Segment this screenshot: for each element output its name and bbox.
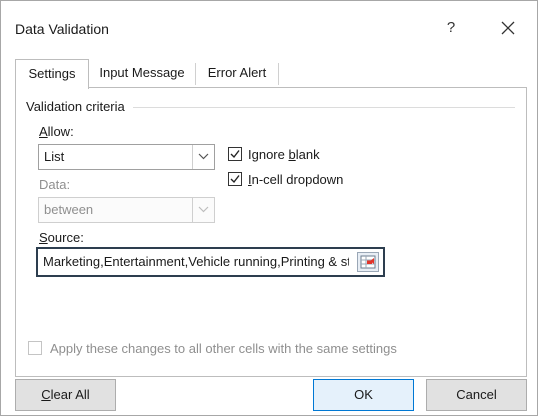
data-label: Data:	[39, 177, 71, 192]
ignore-blank-checkbox[interactable]	[228, 147, 242, 161]
close-icon	[501, 21, 515, 35]
tab-separator	[278, 63, 279, 85]
tab-error-alert[interactable]: Error Alert	[196, 59, 278, 86]
group-divider	[133, 107, 515, 108]
source-label: Source:	[39, 230, 84, 245]
ignore-blank-text-post: lank	[295, 147, 320, 162]
clear-all-text: lear All	[50, 387, 90, 402]
in-cell-dropdown-label[interactable]: In-cell dropdown	[248, 172, 343, 187]
validation-criteria-heading: Validation criteria	[26, 99, 131, 114]
in-cell-dropdown-text: n-cell dropdown	[251, 172, 344, 187]
chevron-down-icon	[198, 153, 209, 160]
clear-all-button[interactable]: Clear All	[15, 379, 116, 411]
apply-all-checkbox[interactable]	[28, 341, 42, 355]
ignore-blank-accel: b	[288, 147, 296, 162]
dialog-title: Data Validation	[15, 21, 109, 37]
source-input[interactable]: Marketing,Entertainment,Vehicle running,…	[43, 252, 349, 272]
apply-all-label: Apply these changes to all other cells w…	[50, 341, 397, 356]
ok-button[interactable]: OK	[313, 379, 414, 411]
settings-panel	[15, 87, 527, 377]
cancel-button[interactable]: Cancel	[426, 379, 527, 411]
in-cell-dropdown-checkbox[interactable]	[228, 172, 242, 186]
data-dropdown-arrow[interactable]	[192, 198, 214, 222]
allow-label-accel: A	[39, 124, 48, 139]
checkmark-icon	[230, 175, 240, 184]
clear-all-accel: C	[41, 387, 51, 402]
source-field[interactable]: Marketing,Entertainment,Vehicle running,…	[36, 247, 385, 277]
source-label-accel: S	[39, 230, 48, 245]
collapse-dialog-button[interactable]	[357, 252, 379, 272]
allow-label-text: llow:	[47, 124, 74, 139]
ignore-blank-label[interactable]: Ignore blank	[248, 147, 320, 162]
data-select[interactable]: between	[38, 197, 215, 223]
help-button[interactable]: ?	[442, 19, 460, 41]
allow-label: Allow:	[39, 124, 74, 139]
tab-input-message[interactable]: Input Message	[90, 59, 194, 86]
collapse-dialog-icon	[360, 255, 376, 269]
data-select-value: between	[44, 202, 94, 217]
close-button[interactable]	[495, 15, 521, 41]
chevron-down-icon	[198, 206, 209, 213]
allow-dropdown-arrow[interactable]	[192, 145, 214, 169]
data-validation-dialog: Data Validation ? Settings Input Message…	[0, 0, 538, 416]
source-label-text: ource:	[47, 230, 84, 245]
checkmark-icon	[230, 150, 240, 159]
allow-select[interactable]: List	[38, 144, 215, 170]
ignore-blank-text-pre: Ignore	[248, 147, 289, 162]
title-bar: Data Validation ?	[1, 1, 537, 53]
allow-select-value: List	[44, 149, 65, 164]
tab-settings[interactable]: Settings	[15, 59, 89, 89]
